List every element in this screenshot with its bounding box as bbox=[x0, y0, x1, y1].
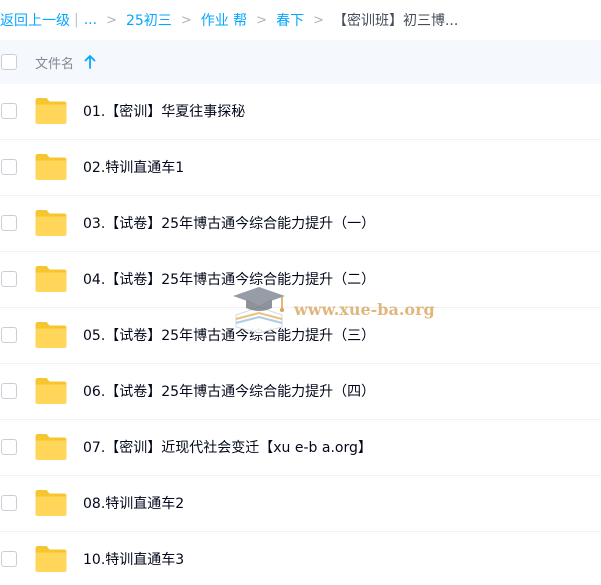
row-checkbox[interactable] bbox=[1, 495, 17, 511]
list-item[interactable]: 03.【试卷】25年博古通今综合能力提升（一） bbox=[0, 196, 601, 252]
file-name[interactable]: 03.【试卷】25年博古通今综合能力提升（一） bbox=[83, 213, 375, 233]
breadcrumb-current: 【密训班】初三博... bbox=[332, 13, 459, 29]
row-checkbox[interactable] bbox=[1, 383, 17, 399]
column-header-filename[interactable]: 文件名 bbox=[35, 53, 74, 72]
folder-icon bbox=[35, 322, 67, 348]
chevron-right-icon: > bbox=[256, 12, 268, 28]
file-name[interactable]: 07.【密训】近现代社会变迁【xu e-b a.org】 bbox=[83, 437, 372, 457]
breadcrumb-ellipsis[interactable]: ... bbox=[84, 12, 97, 28]
list-item[interactable]: 06.【试卷】25年博古通今综合能力提升（四） bbox=[0, 364, 601, 420]
list-item[interactable]: 02.特训直通车1 bbox=[0, 140, 601, 196]
folder-icon bbox=[35, 546, 67, 572]
select-all-checkbox[interactable] bbox=[1, 54, 17, 70]
breadcrumb-divider: | bbox=[74, 12, 79, 28]
file-browser: 返回上一级 | ... > 25初三 > 作业 帮 > 春下 > 【密训班】初三… bbox=[0, 0, 601, 585]
list-item[interactable]: 01.【密训】华夏往事探秘 bbox=[0, 84, 601, 140]
row-checkbox[interactable] bbox=[1, 215, 17, 231]
row-checkbox[interactable] bbox=[1, 159, 17, 175]
chevron-right-icon: > bbox=[180, 12, 192, 28]
row-checkbox[interactable] bbox=[1, 271, 17, 287]
arrow-up-icon[interactable] bbox=[84, 55, 96, 69]
folder-icon bbox=[35, 210, 67, 236]
row-checkbox[interactable] bbox=[1, 327, 17, 343]
breadcrumb-item-chunxia[interactable]: 春下 bbox=[276, 10, 304, 30]
breadcrumb-item-25-chusan[interactable]: 25初三 bbox=[126, 10, 172, 30]
row-checkbox[interactable] bbox=[1, 439, 17, 455]
chevron-right-icon: > bbox=[106, 12, 117, 28]
watermark: www.xue-ba.org bbox=[230, 283, 440, 337]
folder-icon bbox=[35, 490, 67, 516]
list-item[interactable]: 10.特训直通车3 bbox=[0, 532, 601, 585]
list-header: 文件名 bbox=[0, 40, 601, 84]
row-checkbox[interactable] bbox=[1, 103, 17, 119]
breadcrumb-item-zuoye-bang[interactable]: 作业 帮 bbox=[201, 10, 247, 30]
folder-icon bbox=[35, 98, 67, 124]
breadcrumb: 返回上一级 | ... > 25初三 > 作业 帮 > 春下 > 【密训班】初三… bbox=[0, 0, 601, 40]
folder-icon bbox=[35, 154, 67, 180]
file-name[interactable]: 02.特训直通车1 bbox=[83, 157, 184, 177]
file-name[interactable]: 08.特训直通车2 bbox=[83, 493, 184, 513]
file-name[interactable]: 01.【密训】华夏往事探秘 bbox=[83, 101, 245, 121]
file-name[interactable]: 06.【试卷】25年博古通今综合能力提升（四） bbox=[83, 381, 375, 401]
file-name[interactable]: 10.特训直通车3 bbox=[83, 549, 184, 569]
graduation-cap-icon bbox=[233, 287, 285, 334]
back-link[interactable]: 返回上一级 bbox=[0, 10, 70, 30]
list-item[interactable]: 08.特训直通车2 bbox=[0, 476, 601, 532]
list-item[interactable]: 07.【密训】近现代社会变迁【xu e-b a.org】 bbox=[0, 420, 601, 476]
watermark-text: www.xue-ba.org bbox=[294, 300, 435, 319]
folder-icon bbox=[35, 378, 67, 404]
chevron-right-icon: > bbox=[313, 12, 324, 28]
folder-icon bbox=[35, 434, 67, 460]
row-checkbox[interactable] bbox=[1, 551, 17, 567]
folder-icon bbox=[35, 266, 67, 292]
